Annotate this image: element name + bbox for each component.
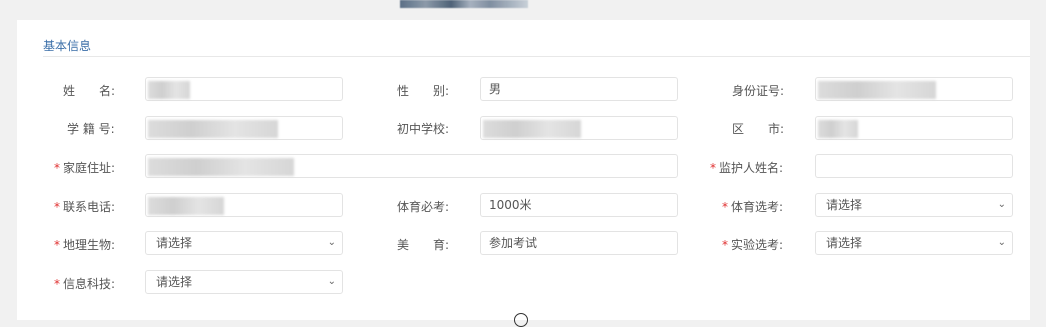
studentno-label: 学 籍 号: bbox=[67, 122, 115, 136]
lab-value: 请选择 bbox=[826, 236, 863, 250]
section-divider bbox=[43, 56, 1030, 57]
idcard-field[interactable] bbox=[815, 77, 1013, 101]
studentno-field[interactable] bbox=[145, 116, 343, 140]
geo-bio-value: 请选择 bbox=[156, 236, 193, 250]
header-image bbox=[400, 0, 528, 8]
it-value: 请选择 bbox=[156, 275, 193, 289]
district-label: 区 市: bbox=[732, 122, 785, 136]
chevron-down-icon: ⌄ bbox=[997, 199, 1006, 210]
redacted-value bbox=[148, 120, 278, 138]
geo-bio-label: * 地理生物: bbox=[54, 238, 116, 252]
it-select[interactable]: 请选择 ⌄ bbox=[145, 270, 343, 294]
redacted-value bbox=[818, 81, 936, 99]
lab-label: * 实验选考: bbox=[722, 238, 784, 252]
address-field[interactable] bbox=[145, 154, 678, 178]
redacted-value bbox=[148, 197, 224, 215]
redacted-value bbox=[483, 120, 581, 138]
required-mark: * bbox=[722, 238, 728, 252]
redacted-value bbox=[148, 81, 190, 99]
required-mark: * bbox=[722, 200, 728, 214]
gender-label: 性 别: bbox=[397, 84, 450, 98]
name-label: 姓 名: bbox=[63, 84, 116, 98]
pe-elective-select[interactable]: 请选择 ⌄ bbox=[815, 193, 1013, 217]
school-field[interactable] bbox=[480, 116, 678, 140]
required-mark: * bbox=[54, 161, 60, 175]
art-field[interactable]: 参加考试 bbox=[480, 231, 678, 255]
required-mark: * bbox=[54, 200, 60, 214]
redacted-value bbox=[148, 158, 294, 176]
basic-info-card: 基本信息 姓 名: 性 别: 男 身份证号: 学 籍 号: 初中学校: 区 市:… bbox=[17, 20, 1030, 320]
guardian-field[interactable] bbox=[815, 154, 1013, 178]
required-mark: * bbox=[54, 238, 60, 252]
required-mark: * bbox=[54, 277, 60, 291]
chevron-down-icon: ⌄ bbox=[997, 237, 1006, 248]
address-label: * 家庭住址: bbox=[54, 161, 116, 175]
chevron-down-icon: ⌄ bbox=[327, 276, 336, 287]
phone-label: * 联系电话: bbox=[54, 200, 116, 214]
name-field[interactable] bbox=[145, 77, 343, 101]
school-label: 初中学校: bbox=[397, 122, 450, 136]
district-field[interactable] bbox=[815, 116, 1013, 140]
pe-required-label: 体育必考: bbox=[397, 200, 450, 214]
phone-field[interactable] bbox=[145, 193, 343, 217]
chevron-down-icon: ⌄ bbox=[327, 237, 336, 248]
idcard-label: 身份证号: bbox=[732, 84, 785, 98]
art-label: 美 育: bbox=[397, 238, 450, 252]
it-label: * 信息科技: bbox=[54, 277, 116, 291]
gender-field[interactable]: 男 bbox=[480, 77, 678, 101]
pe-elective-value: 请选择 bbox=[826, 198, 863, 212]
required-mark: * bbox=[710, 161, 716, 175]
redacted-value bbox=[818, 120, 858, 138]
lab-select[interactable]: 请选择 ⌄ bbox=[815, 231, 1013, 255]
guardian-label: * 监护人姓名: bbox=[710, 161, 784, 175]
geo-bio-select[interactable]: 请选择 ⌄ bbox=[145, 231, 343, 255]
pe-required-field[interactable]: 1000米 bbox=[480, 193, 678, 217]
section-title: 基本信息 bbox=[43, 39, 92, 53]
pe-elective-label: * 体育选考: bbox=[722, 200, 784, 214]
loading-spinner-icon bbox=[514, 313, 528, 327]
